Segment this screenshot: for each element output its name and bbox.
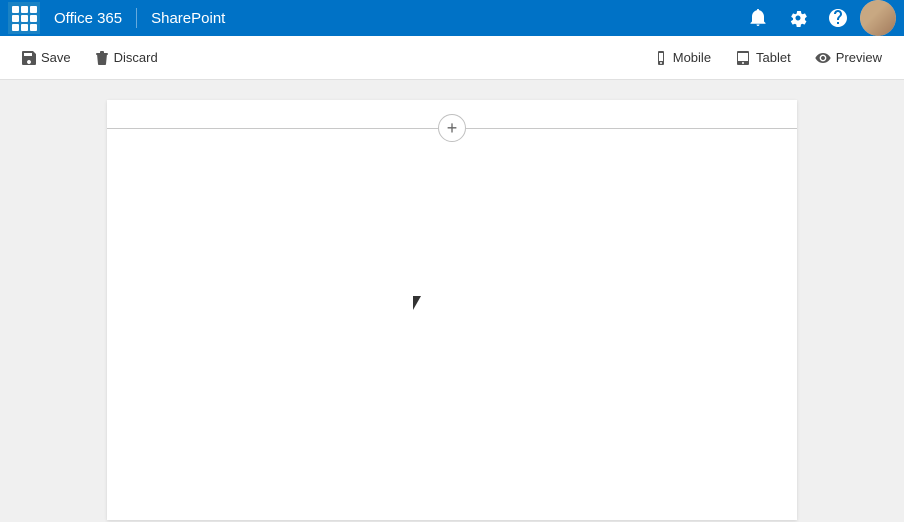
title-divider (136, 8, 137, 28)
help-button[interactable] (820, 0, 856, 36)
preview-button[interactable]: Preview (805, 42, 892, 74)
topbar-actions (740, 0, 896, 36)
discard-label: Discard (114, 50, 158, 65)
add-section-line-left (107, 128, 438, 129)
toolbar-view-options: Mobile Tablet Preview (644, 42, 892, 74)
save-label: Save (41, 50, 71, 65)
tablet-icon (735, 51, 751, 65)
plus-icon: + (447, 119, 458, 137)
preview-icon (815, 51, 831, 65)
add-section-row: + (107, 114, 797, 142)
page-canvas: + (107, 100, 797, 520)
settings-button[interactable] (780, 0, 816, 36)
waffle-menu-button[interactable] (8, 2, 40, 34)
notifications-button[interactable] (740, 0, 776, 36)
save-button[interactable]: Save (12, 42, 81, 74)
bell-icon (749, 9, 767, 27)
help-icon (829, 9, 847, 27)
app-name: Office 365 (44, 10, 132, 27)
mobile-icon (654, 51, 668, 65)
edit-toolbar: Save Discard Mobile Tablet Preview (0, 36, 904, 80)
user-avatar[interactable] (860, 0, 896, 36)
avatar-image (860, 0, 896, 36)
gear-icon (789, 9, 807, 27)
tablet-label: Tablet (756, 50, 791, 65)
save-icon (22, 51, 36, 65)
top-navbar: Office 365 SharePoint (0, 0, 904, 36)
add-section-button[interactable]: + (438, 114, 466, 142)
preview-label: Preview (836, 50, 882, 65)
discard-button[interactable]: Discard (85, 42, 168, 74)
tablet-view-button[interactable]: Tablet (725, 42, 801, 74)
cursor-shape (413, 296, 421, 310)
main-canvas-area: + (0, 80, 904, 522)
add-section-line-right (466, 128, 797, 129)
mobile-label: Mobile (673, 50, 711, 65)
cursor-indicator (413, 296, 425, 312)
mobile-view-button[interactable]: Mobile (644, 42, 721, 74)
app-subtitle: SharePoint (141, 10, 235, 27)
waffle-grid-icon (12, 6, 37, 31)
discard-icon (95, 51, 109, 65)
